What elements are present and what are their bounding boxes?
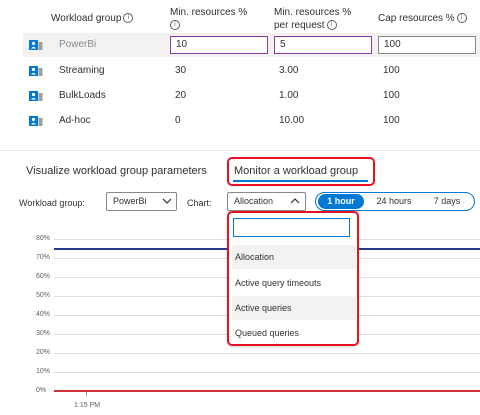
header-workload-group: Workload group i: [51, 12, 134, 25]
workload-group-icon: [29, 116, 43, 126]
y-tick-label: 60%: [36, 273, 51, 280]
highlight-box-dropdown: [227, 211, 359, 346]
header-min-per-request-line2: per request: [274, 20, 325, 31]
info-icon: i: [170, 20, 180, 31]
row-min: 20: [175, 90, 187, 101]
row-name: PowerBi: [59, 39, 97, 50]
min-resources-input[interactable]: 10: [170, 36, 268, 54]
workload-group-label: Workload group:: [19, 198, 85, 208]
time-option-7-days[interactable]: 7 days: [424, 194, 470, 209]
row-cap: 100: [383, 65, 400, 76]
table-row[interactable]: BulkLoads 20 1.00 100: [23, 84, 480, 108]
y-tick-label: 50%: [36, 292, 51, 299]
cap-resources-input[interactable]: 100: [378, 36, 476, 54]
info-icon: i: [123, 13, 134, 24]
row-cap: 100: [383, 90, 400, 101]
chevron-down-icon: [162, 198, 172, 204]
y-tick-label: 10%: [36, 368, 51, 375]
gridline: [54, 372, 480, 373]
header-min-resources: Min. resources % i: [170, 6, 247, 32]
row-min: 30: [175, 65, 187, 76]
time-range-selector: 1 hour 24 hours 7 days: [315, 192, 475, 211]
tab-visualize[interactable]: Visualize workload group parameters: [26, 164, 207, 178]
workload-group-value: PowerBi: [113, 196, 147, 206]
row-name: Ad-hoc: [59, 115, 91, 126]
workload-group-icon: [29, 40, 43, 50]
section-divider: [0, 150, 480, 151]
y-tick-label: 30%: [36, 330, 51, 337]
table-row[interactable]: Streaming 30 3.00 100: [23, 59, 480, 83]
gridline: [54, 353, 480, 354]
row-name: Streaming: [59, 65, 105, 76]
info-icon: i: [456, 13, 467, 24]
row-name: BulkLoads: [59, 90, 106, 101]
row-cap: 100: [383, 115, 400, 126]
workload-group-icon: [29, 66, 43, 76]
x-tick-label: 1:15 PM: [74, 402, 101, 409]
header-workload-group-label: Workload group: [51, 13, 122, 24]
header-cap-resources: Cap resources % i: [378, 12, 467, 25]
y-tick-label: 40%: [36, 311, 51, 318]
chart-value: Allocation: [234, 196, 274, 206]
row-per-request: 3.00: [279, 65, 299, 76]
workload-group-icon: [29, 91, 43, 101]
x-tick-mark: [86, 392, 87, 396]
y-tick-label: 70%: [36, 254, 51, 261]
row-per-request: 10.00: [279, 115, 305, 126]
highlight-box-monitor-tab: [227, 157, 375, 186]
chart-dropdown[interactable]: Allocation: [227, 192, 306, 211]
series-line: [54, 390, 480, 392]
y-tick-label: 0%: [36, 387, 47, 394]
table-row[interactable]: PowerBi 10 5 100: [23, 33, 480, 57]
y-tick-label: 20%: [36, 349, 51, 356]
time-option-24-hours[interactable]: 24 hours: [368, 194, 420, 209]
min-per-request-input[interactable]: 5: [274, 36, 372, 54]
table-row[interactable]: Ad-hoc 0 10.00 100: [23, 109, 480, 133]
info-icon: i: [326, 20, 337, 31]
header-cap-resources-label: Cap resources %: [378, 13, 455, 24]
chart-label: Chart:: [187, 198, 212, 208]
y-tick-label: 80%: [36, 235, 51, 242]
workload-group-dropdown[interactable]: PowerBi: [106, 192, 177, 211]
header-min-per-request: Min. resources % per request i: [274, 6, 351, 32]
row-per-request: 1.00: [279, 90, 299, 101]
chevron-up-icon: [290, 198, 300, 204]
time-option-1-hour[interactable]: 1 hour: [318, 194, 364, 209]
header-min-per-request-line1: Min. resources %: [274, 7, 352, 18]
row-min: 0: [175, 115, 181, 126]
header-min-resources-label: Min. resources %: [170, 7, 248, 18]
